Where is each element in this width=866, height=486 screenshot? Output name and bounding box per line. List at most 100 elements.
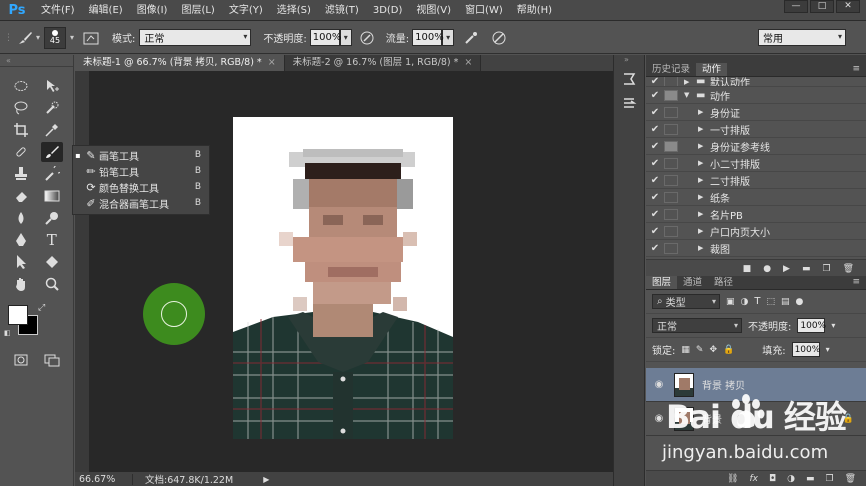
- check-icon[interactable]: ✔: [646, 77, 664, 86]
- chevron-right-icon[interactable]: ▶: [698, 193, 710, 201]
- panel-menu-icon[interactable]: ≡: [852, 277, 860, 287]
- stop-icon[interactable]: ■: [743, 264, 752, 274]
- lock-position-icon[interactable]: ✥: [709, 345, 717, 355]
- layer-name[interactable]: 背景 拷贝: [702, 377, 745, 392]
- menu-type[interactable]: 文字(Y): [222, 0, 270, 21]
- tab-actions[interactable]: 动作: [696, 63, 728, 76]
- pressure-opacity-icon[interactable]: [356, 28, 378, 48]
- check-icon[interactable]: ✔: [646, 243, 664, 254]
- quick-mask-icon[interactable]: [10, 350, 32, 370]
- fill-chevron-icon[interactable]: ▾: [826, 345, 830, 354]
- check-icon[interactable]: ✔: [646, 107, 664, 118]
- brush-size-picker[interactable]: 45: [44, 26, 67, 49]
- dialog-toggle[interactable]: [664, 174, 678, 186]
- check-icon[interactable]: ✔: [646, 175, 664, 186]
- filter-shape-icon[interactable]: ⬚: [766, 297, 775, 307]
- menu-file[interactable]: 文件(F): [34, 0, 82, 21]
- menu-image[interactable]: 图像(I): [130, 0, 175, 21]
- path-selection-icon[interactable]: [10, 252, 32, 272]
- chevron-right-icon[interactable]: ▶: [698, 125, 710, 133]
- mode-select[interactable]: 正常 ▾: [139, 29, 252, 46]
- flow-input[interactable]: 100%: [412, 29, 444, 46]
- new-action-icon[interactable]: ❐: [822, 264, 830, 274]
- flyout-item-brush[interactable]: ▪ ✎ 画笔工具 B: [73, 147, 209, 163]
- action-row[interactable]: ✔ ▶ 小二寸排版: [646, 155, 866, 172]
- tab-document-1[interactable]: 未标题-1 @ 66.7% (背景 拷贝, RGB/8) * ×: [75, 55, 285, 71]
- dialog-toggle[interactable]: [664, 89, 678, 101]
- flow-chevron-icon[interactable]: ▾: [442, 29, 455, 46]
- check-icon[interactable]: ✔: [646, 141, 664, 152]
- action-row[interactable]: ✔ ▶ 二寸排版: [646, 172, 866, 189]
- filter-toggle-icon[interactable]: ●: [796, 297, 804, 307]
- spot-healing-icon[interactable]: [10, 142, 32, 162]
- blend-mode-select[interactable]: 正常 ▾: [652, 318, 742, 333]
- brush-tool-icon[interactable]: [40, 142, 63, 162]
- pen-icon[interactable]: [10, 230, 32, 250]
- lock-all-icon[interactable]: 🔒: [723, 345, 734, 355]
- menu-select[interactable]: 选择(S): [270, 0, 318, 21]
- chevron-right-icon[interactable]: ▶: [698, 210, 710, 218]
- layer-style-icon[interactable]: fx: [749, 474, 758, 484]
- chevron-down-icon[interactable]: ▾: [36, 33, 40, 42]
- lasso-icon[interactable]: [10, 98, 32, 118]
- ellipse-marquee-icon[interactable]: [10, 76, 32, 96]
- trash-icon[interactable]: 🗑: [843, 264, 854, 274]
- quick-selection-icon[interactable]: [41, 98, 63, 118]
- foreground-color-swatch[interactable]: [8, 305, 28, 325]
- action-row[interactable]: ✔ ▶ 裁图: [646, 240, 866, 257]
- history-brush-icon[interactable]: [41, 164, 63, 184]
- actions-panel-icon[interactable]: [614, 91, 644, 115]
- panel-menu-icon[interactable]: ≡: [852, 64, 860, 74]
- dialog-toggle[interactable]: [664, 106, 678, 118]
- flyout-item-mixer-brush[interactable]: ✐ 混合器画笔工具 B: [73, 195, 209, 211]
- chevron-right-icon[interactable]: ▶: [698, 142, 710, 150]
- custom-shape-icon[interactable]: [41, 252, 63, 272]
- eraser-icon[interactable]: [10, 186, 32, 206]
- menu-window[interactable]: 窗口(W): [458, 0, 510, 21]
- filter-pixel-icon[interactable]: ▣: [726, 297, 735, 307]
- zoom-level[interactable]: 66.67%: [75, 473, 133, 485]
- action-row[interactable]: ✔ ▶ 身份证参考线: [646, 138, 866, 155]
- menu-view[interactable]: 视图(V): [409, 0, 458, 21]
- new-layer-icon[interactable]: ❐: [825, 474, 833, 484]
- tab-channels[interactable]: 通道: [677, 276, 708, 289]
- dodge-icon[interactable]: [41, 208, 63, 228]
- adjustment-layer-icon[interactable]: ◑: [787, 474, 795, 484]
- dialog-toggle[interactable]: [664, 225, 678, 237]
- tab-document-2[interactable]: 未标题-2 @ 16.7% (图层 1, RGB/8) * ×: [284, 55, 482, 71]
- flyout-item-pencil[interactable]: ✏ 铅笔工具 B: [73, 163, 209, 179]
- new-group-icon[interactable]: ▬: [806, 474, 815, 484]
- chevron-right-icon[interactable]: ▶: [684, 78, 696, 86]
- action-row[interactable]: ✔ ▶ 一寸排版: [646, 121, 866, 138]
- eyedropper-icon[interactable]: [41, 120, 63, 140]
- brush-size-chevron-icon[interactable]: ▾: [70, 33, 74, 42]
- new-set-icon[interactable]: ▬: [802, 264, 811, 274]
- menu-3d[interactable]: 3D(D): [366, 0, 410, 21]
- action-row[interactable]: ✔ ▶ 纸条: [646, 189, 866, 206]
- brush-preset-icon[interactable]: [14, 28, 36, 48]
- action-row[interactable]: ✔ ▶ 名片PB: [646, 206, 866, 223]
- check-icon[interactable]: ✔: [646, 124, 664, 135]
- dialog-toggle[interactable]: [664, 208, 678, 220]
- airbrush-icon[interactable]: [460, 28, 482, 48]
- type-tool-icon[interactable]: T: [41, 230, 63, 250]
- tab-close-icon[interactable]: ×: [464, 57, 472, 68]
- chevron-right-icon[interactable]: ▶: [698, 176, 710, 184]
- tools-grip[interactable]: «: [0, 55, 73, 67]
- chevron-right-icon[interactable]: ▶: [698, 159, 710, 167]
- dialog-toggle[interactable]: [664, 77, 678, 86]
- default-colors-icon[interactable]: ◧: [4, 329, 11, 337]
- layer-mask-icon[interactable]: ◘: [769, 474, 776, 484]
- minimize-button[interactable]: —: [784, 0, 808, 13]
- chevron-right-icon[interactable]: ▶: [698, 244, 710, 252]
- tab-close-icon[interactable]: ×: [268, 57, 276, 68]
- eye-icon[interactable]: ◉: [652, 379, 666, 390]
- check-icon[interactable]: ✔: [646, 192, 664, 203]
- pressure-size-icon[interactable]: [488, 28, 510, 48]
- swap-colors-icon[interactable]: ⤢: [38, 303, 45, 313]
- dialog-toggle[interactable]: [664, 123, 678, 135]
- crop-icon[interactable]: [10, 120, 32, 140]
- layer-filter-select[interactable]: ⌕ 类型 ▾: [652, 294, 720, 309]
- mini-grip[interactable]: »: [614, 55, 644, 67]
- maximize-button[interactable]: □: [810, 0, 834, 13]
